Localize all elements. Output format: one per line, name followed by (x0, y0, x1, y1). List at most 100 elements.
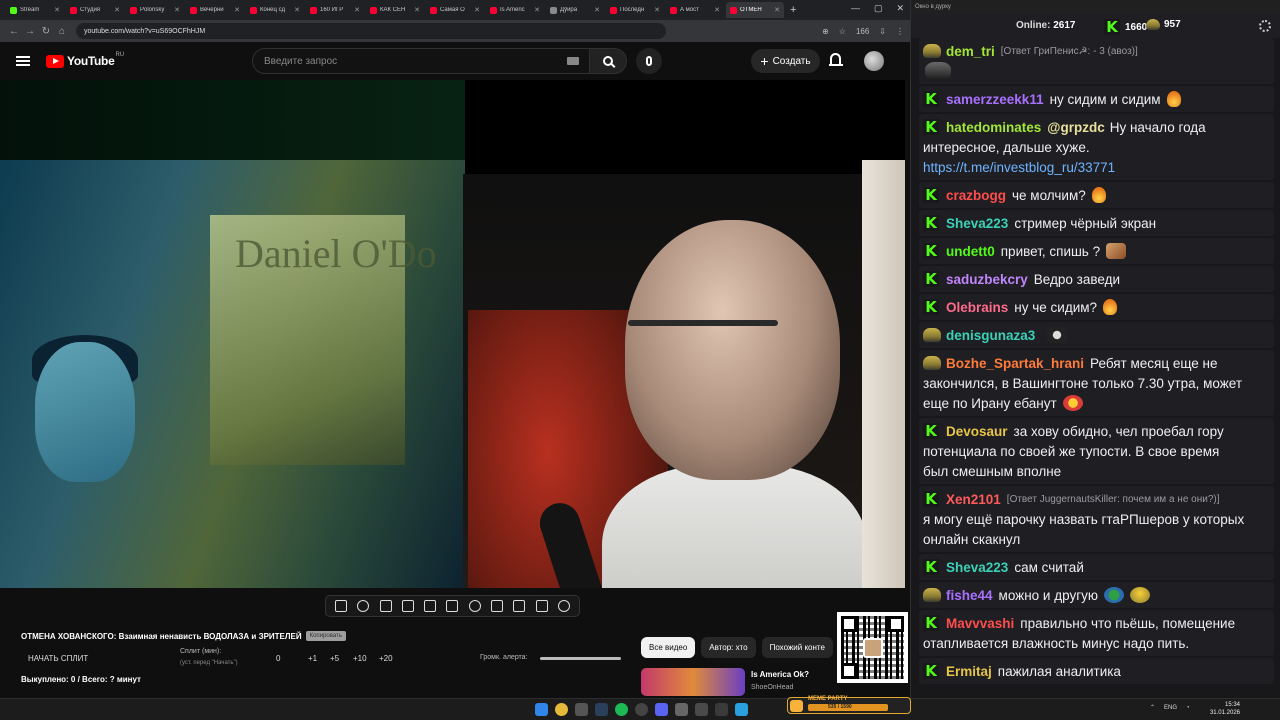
browser-tab[interactable]: Последн ✕ (606, 2, 664, 18)
chevron-up-icon[interactable]: ⌃ (1150, 704, 1155, 711)
chat-message[interactable]: Khatedominates @grpzdc Ну начало года интер… (919, 114, 1274, 180)
file-explorer-icon[interactable] (575, 703, 588, 716)
flask-icon[interactable] (535, 600, 548, 612)
clock[interactable]: 15:34 31.01.2026 (1210, 701, 1240, 717)
youtube-logo[interactable]: YouTube RU (46, 52, 124, 68)
split-value-0[interactable]: 0 (276, 654, 280, 663)
chat-username[interactable]: samerzzeekk11 (946, 92, 1044, 107)
chat-message[interactable]: Kcrazbogg че молчим? (919, 182, 1274, 208)
audio-icon[interactable] (357, 600, 370, 612)
start-split-button[interactable]: НАЧАТЬ СПЛИТ (28, 654, 88, 663)
chat-username[interactable]: Sheva223 (946, 560, 1008, 575)
tab-close-icon[interactable]: ✕ (534, 6, 540, 14)
tab-close-icon[interactable]: ✕ (54, 6, 60, 14)
chat-message[interactable]: K Ermitaj пажилая аналитика (919, 658, 1274, 684)
chip-all-videos[interactable]: Все видео (641, 637, 696, 658)
chat-settings-gear-icon[interactable] (1259, 20, 1271, 32)
camera-icon[interactable] (513, 600, 526, 612)
chat-message[interactable]: K Olebrains ну че сидим? (919, 294, 1274, 320)
meme-party-widget[interactable]: MEME PARTY 535 / 1590 (787, 696, 911, 714)
new-tab-icon[interactable]: + (790, 4, 796, 16)
back-icon[interactable]: ← (6, 26, 22, 37)
app-icon[interactable] (675, 703, 688, 716)
tab-close-icon[interactable]: ✕ (594, 6, 600, 14)
app-icon-2[interactable] (695, 703, 708, 716)
tab-close-icon[interactable]: ✕ (714, 6, 720, 14)
minimize-icon[interactable]: — (851, 3, 860, 14)
chat-message[interactable]: Ksaduzbekcry Ведро заведи (919, 266, 1274, 292)
browser-tab[interactable]: Is Americ ✕ (486, 2, 544, 18)
tab-close-icon[interactable]: ✕ (654, 6, 660, 14)
browser-tab[interactable]: А мост ✕ (666, 2, 724, 18)
chat-username[interactable]: Xen2101 (946, 492, 1001, 507)
browser-tab[interactable]: Самая О ✕ (426, 2, 484, 18)
account-avatar[interactable] (864, 51, 884, 71)
chat-username[interactable]: Olebrains (946, 300, 1008, 315)
speedometer-icon[interactable] (468, 600, 481, 612)
close-icon[interactable]: ✕ (896, 3, 904, 14)
browser-tab[interactable]: 160 ИГР ✕ (306, 2, 364, 18)
tab-close-icon[interactable]: ✕ (174, 6, 180, 14)
chat-message[interactable]: K Sheva223 стример чёрный экран (919, 210, 1274, 236)
browser-tab[interactable]: Polonsky ✕ (126, 2, 184, 18)
browser-tab[interactable]: Вечерни ✕ (186, 2, 244, 18)
home-icon[interactable]: ⌂ (54, 26, 70, 37)
chat-username[interactable]: Ermitaj (946, 664, 992, 679)
chat-username[interactable]: crazbogg (946, 188, 1006, 203)
chat-username[interactable]: Devosaur (946, 424, 1008, 439)
notifications-bell-icon[interactable] (829, 53, 843, 67)
hamburger-menu-icon[interactable] (16, 56, 30, 66)
split-add-1[interactable]: +1 (308, 654, 317, 663)
keyboard-icon[interactable] (567, 57, 579, 65)
split-add-20[interactable]: +20 (379, 654, 393, 663)
chat-message[interactable]: K Mavvvashi правильно что пьёшь, помещение… (919, 610, 1274, 656)
split-add-5[interactable]: +5 (330, 654, 339, 663)
search-button[interactable] (589, 48, 627, 74)
chrome-icon[interactable] (555, 703, 568, 716)
chat-username[interactable]: Mavvvashi (946, 616, 1014, 631)
steam-icon[interactable] (595, 703, 608, 716)
extension-badge[interactable]: 166 (856, 27, 869, 36)
download-icon[interactable]: ⇩ (879, 27, 886, 36)
chat-username[interactable]: saduzbekcry (946, 272, 1028, 287)
chat-message[interactable]: fishe44 можно и другую (919, 582, 1274, 608)
chat-username[interactable]: Sheva223 (946, 216, 1008, 231)
url-field[interactable]: youtube.com/watch?v=uS69OCFhHJM (76, 23, 666, 39)
chat-username[interactable]: denisgunaza3 (946, 328, 1035, 343)
chip-similar[interactable]: Похожий конте (761, 637, 833, 658)
pip-icon[interactable] (424, 600, 437, 612)
bookmark-icon[interactable]: ☆ (839, 27, 846, 36)
alert-volume-slider[interactable] (540, 657, 621, 660)
search-input[interactable]: Введите запрос (252, 48, 590, 74)
film-icon[interactable] (401, 600, 414, 612)
browser-tab[interactable]: Stream ✕ (6, 2, 64, 18)
browser-tab[interactable]: ОТМЕН ✕ (726, 2, 784, 18)
split-add-10[interactable]: +10 (353, 654, 367, 663)
reload-icon[interactable]: ↻ (38, 26, 54, 37)
chat-username[interactable]: dem_tri (946, 44, 995, 59)
tab-close-icon[interactable]: ✕ (114, 6, 120, 14)
speed-icon[interactable] (379, 600, 392, 612)
tab-close-icon[interactable]: ✕ (774, 6, 780, 14)
chat-message[interactable]: K Sheva223 сам считай (919, 554, 1274, 580)
chat-username[interactable]: hatedominates (946, 120, 1041, 135)
chat-message[interactable]: dem_tri [Ответ ГриПенис☭: - 3 (авоз)] (919, 38, 1274, 84)
maximize-icon[interactable]: ▢ (874, 3, 883, 14)
chat-username[interactable]: Bozhe_Spartak_hrani (946, 356, 1084, 371)
tab-close-icon[interactable]: ✕ (414, 6, 420, 14)
windows-start-icon[interactable] (535, 703, 548, 716)
chat-mention[interactable]: @grpzdc (1047, 120, 1104, 135)
discord-icon[interactable] (655, 703, 668, 716)
chat-message[interactable]: Bozhe_Spartak_hrani Ребят месяц еще не зак… (919, 350, 1274, 416)
loop-icon[interactable] (335, 600, 348, 612)
tab-close-icon[interactable]: ✕ (234, 6, 240, 14)
chat-message[interactable]: Ksamerzzeekk11 ну сидим и сидим (919, 86, 1274, 112)
voice-search-button[interactable] (636, 48, 662, 74)
telegram-icon[interactable] (735, 703, 748, 716)
video-player[interactable]: Daniel O'Do 👍 (0, 80, 905, 588)
lang-indicator[interactable]: ENG (1164, 705, 1177, 711)
tab-close-icon[interactable]: ✕ (474, 6, 480, 14)
obs-icon[interactable] (635, 703, 648, 716)
chat-message[interactable]: denisgunaza3 (919, 322, 1274, 348)
chat-username[interactable]: fishe44 (946, 588, 993, 603)
